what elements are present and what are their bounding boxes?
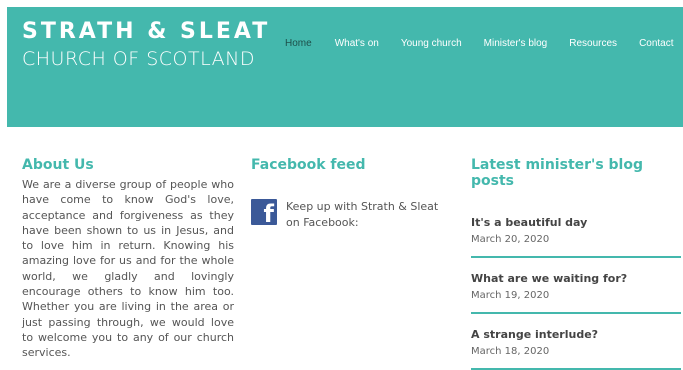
nav-ministers-blog[interactable]: Minister's blog	[484, 38, 548, 49]
blog-post-title[interactable]: It's a beautiful day	[471, 216, 681, 230]
blog-section: Latest minister's blog posts It's a beau…	[471, 157, 681, 370]
blog-post-date: March 18, 2020	[471, 346, 550, 357]
blog-post[interactable]: What are we waiting for? March 19, 2020	[471, 272, 681, 314]
nav-resources[interactable]: Resources	[569, 38, 617, 49]
about-title: About Us	[22, 157, 94, 173]
logo-subtitle: CHURCH OF SCOTLAND	[22, 48, 255, 70]
site-logo[interactable]: STRATH & SLEAT CHURCH OF SCOTLAND	[22, 19, 270, 70]
blog-post-title[interactable]: What are we waiting for?	[471, 272, 681, 286]
nav-whats-on[interactable]: What's on	[335, 38, 379, 49]
blog-post-title[interactable]: A strange interlude?	[471, 328, 681, 342]
blog-post-date: March 20, 2020	[471, 234, 550, 245]
about-text: We are a diverse group of people who hav…	[22, 178, 234, 360]
nav-home[interactable]: Home	[285, 38, 312, 49]
facebook-title: Facebook feed	[251, 157, 366, 173]
nav-contact[interactable]: Contact	[639, 38, 673, 49]
about-section: About Us We are a diverse group of peopl…	[22, 157, 234, 361]
facebook-icon[interactable]: f	[251, 199, 277, 227]
blog-title: Latest minister's blog posts	[471, 157, 643, 189]
blog-post-date: March 19, 2020	[471, 290, 550, 301]
facebook-text: Keep up with Strath & Sleat on Facebook:	[286, 200, 439, 229]
blog-post[interactable]: A strange interlude? March 18, 2020	[471, 328, 681, 370]
logo-title: STRATH & SLEAT	[22, 19, 271, 44]
facebook-link[interactable]: f Keep up with Strath & Sleat on Faceboo…	[251, 199, 451, 231]
nav-young-church[interactable]: Young church	[401, 38, 462, 49]
main-nav: Home What's on Young church Minister's b…	[285, 38, 674, 49]
facebook-section: Facebook feed f Keep up with Strath & Sl…	[251, 157, 451, 231]
site-header: STRATH & SLEAT CHURCH OF SCOTLAND Home W…	[7, 7, 683, 127]
blog-post[interactable]: It's a beautiful day March 20, 2020	[471, 216, 681, 258]
